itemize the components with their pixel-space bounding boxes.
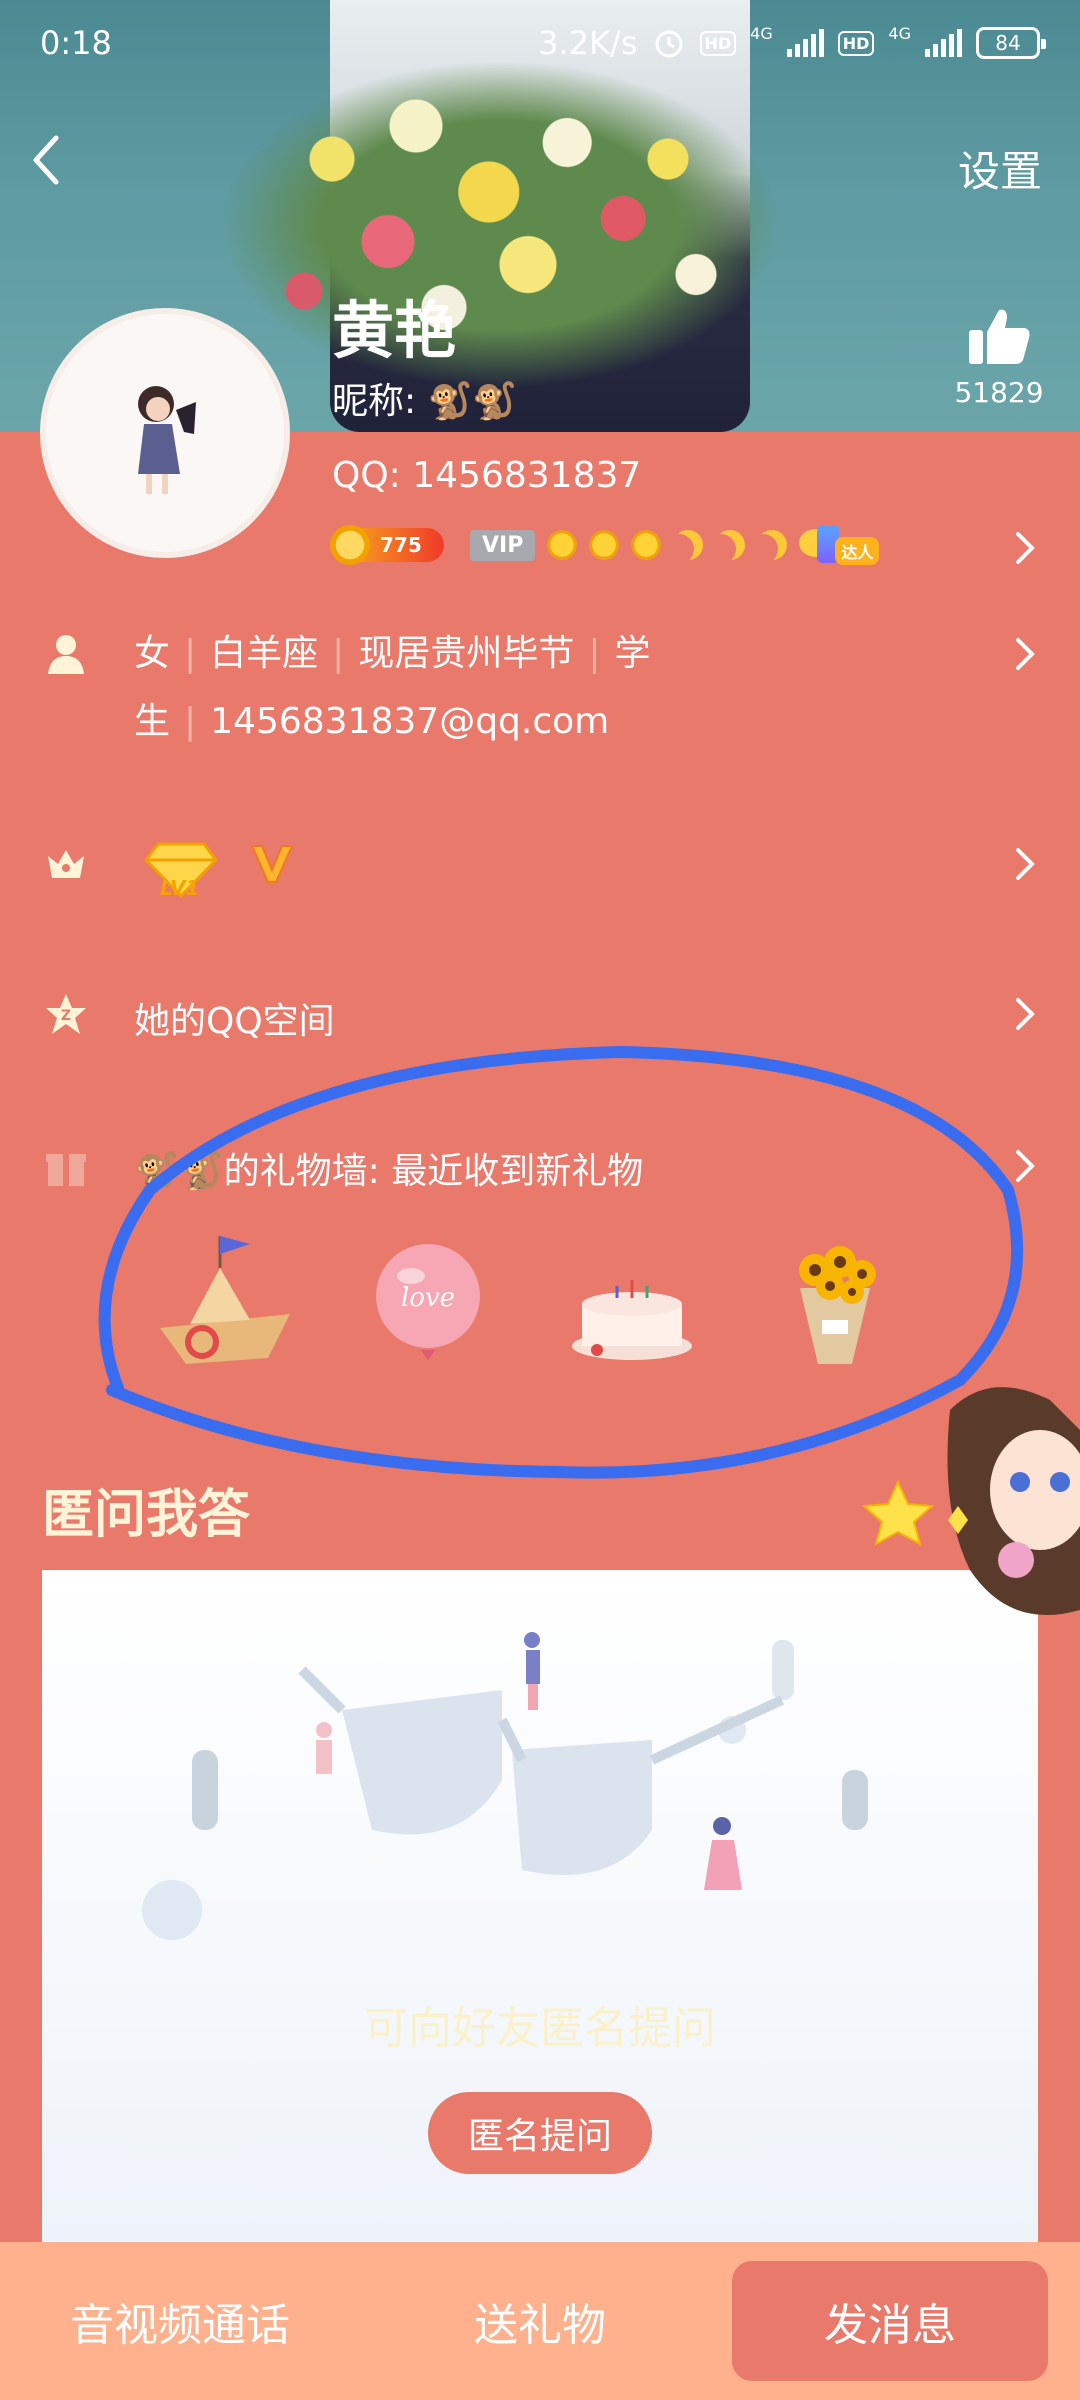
balloon-text: love: [401, 1283, 455, 1313]
signal-icon-2: [925, 29, 962, 57]
gift-list: love: [150, 1228, 910, 1378]
status-time: 0:18: [40, 24, 112, 62]
qzone-star-icon: Z: [46, 994, 86, 1034]
back-arrow-icon[interactable]: [26, 130, 66, 190]
gift-wall-label: 🐒🐒的礼物墙: 最近收到新礼物: [134, 1151, 644, 1192]
zodiac: 白羊座: [210, 633, 319, 674]
chevron-right-icon[interactable]: [1014, 530, 1036, 566]
email: 1456831837@qq.com: [210, 701, 610, 742]
profile-nickname: 昵称: 🐒🐒: [332, 381, 518, 422]
qq-number: QQ: 1456831837: [332, 455, 642, 496]
gift-item[interactable]: [150, 1228, 300, 1378]
qzone-label: 她的QQ空间: [134, 1001, 335, 1042]
battery-icon: 84: [976, 27, 1046, 59]
thumbs-up-icon: [969, 309, 1030, 364]
level-badge: 775: [330, 525, 444, 565]
bottom-action-bar: 音视频通话 送礼物 发消息: [0, 2242, 1080, 2400]
send-message-button[interactable]: 发消息: [732, 2261, 1048, 2381]
like-count: 51829: [954, 376, 1044, 409]
gift-item[interactable]: [760, 1228, 910, 1378]
settings-button[interactable]: 设置: [958, 138, 1042, 199]
love-balloon-icon: love: [376, 1244, 481, 1360]
daren-badge-label: 达人: [835, 537, 880, 565]
anonymous-ask-button[interactable]: 匿名提问: [428, 2092, 652, 2174]
personal-info: 女 | 白羊座 | 现居贵州毕节 | 学生 | 1456831837@qq.com: [134, 633, 651, 742]
like-button[interactable]: 51829: [944, 306, 1054, 409]
decorative-girl-sticker: [947, 1387, 1080, 1615]
qa-card: 可向好友匿名提问 匿名提问: [42, 1570, 1038, 2242]
v-badge-icon: [250, 845, 294, 883]
gift-box-icon: [46, 1154, 86, 1186]
avatar-image: [138, 386, 196, 494]
sun-level-icon: [547, 530, 578, 560]
paper-boat-icon: [160, 1236, 290, 1364]
badge-row[interactable]: 775 VIP 达人: [330, 525, 889, 565]
sun-level-icon: [589, 530, 620, 560]
svg-text:Z: Z: [61, 1008, 71, 1024]
send-gift-button[interactable]: 送礼物: [360, 2261, 720, 2381]
moon-level-icon: [757, 530, 787, 560]
net-speed: 3.2K/s: [538, 24, 638, 62]
sunflower-bouquet-icon: [798, 1246, 876, 1364]
qa-hint: 可向好友匿名提问: [364, 2003, 716, 2054]
person-icon: [48, 635, 84, 674]
qa-section-title: 匿问我答: [42, 1485, 251, 1545]
avatar[interactable]: [40, 308, 290, 558]
sun-level-icon: [631, 530, 662, 560]
daren-badge: 达人: [799, 525, 889, 565]
vip-badge: VIP: [470, 529, 536, 561]
gift-item[interactable]: love: [353, 1228, 503, 1378]
location: 现居贵州毕节: [358, 633, 575, 674]
diamond-level: LV1: [160, 876, 200, 900]
moon-level-icon: [715, 530, 745, 560]
network-type: 4G: [750, 23, 773, 43]
alarm-icon: [655, 30, 682, 58]
signal-icon: [786, 29, 824, 57]
gift-item[interactable]: [557, 1228, 707, 1378]
status-icons: 3.2K/s HD 4G HD 4G 84: [538, 23, 1046, 62]
qa-illustration: [142, 1632, 868, 1940]
cover-bouquet: [220, 60, 780, 390]
hd-icon-2: HD: [837, 30, 875, 56]
birthday-cake-icon: [571, 1280, 692, 1360]
profile-name: 黄艳: [332, 294, 457, 367]
chevron-right-icon[interactable]: [1014, 1148, 1036, 1184]
chevron-right-icon[interactable]: [1014, 636, 1036, 672]
status-bar: 0:18 3.2K/s HD 4G HD 4G 84: [0, 0, 1080, 86]
moon-level-icon: [673, 530, 703, 560]
crown-icon: [48, 850, 84, 878]
hd-icon: HD: [699, 30, 737, 56]
gender: 女: [134, 633, 171, 674]
network-type-2: 4G: [888, 23, 911, 43]
chevron-right-icon[interactable]: [1014, 996, 1036, 1032]
chevron-right-icon[interactable]: [1014, 846, 1036, 882]
call-button[interactable]: 音视频通话: [0, 2261, 360, 2381]
star-sticker-icon: [861, 1479, 935, 1547]
